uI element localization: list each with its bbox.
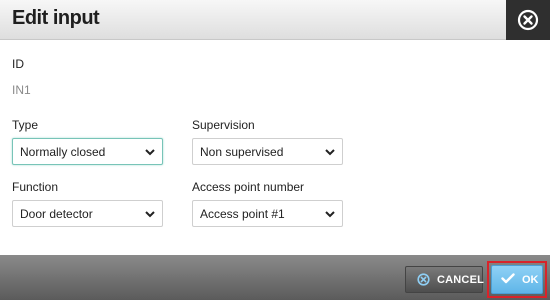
cancel-button[interactable]: CANCEL xyxy=(405,266,485,293)
close-button[interactable] xyxy=(506,0,550,40)
dialog-title: Edit input xyxy=(12,7,100,29)
close-circle-icon xyxy=(517,9,539,31)
type-select[interactable]: Normally closed xyxy=(12,138,163,165)
access-point-select[interactable]: Access point #1 xyxy=(192,200,343,227)
supervision-select[interactable]: Non supervised xyxy=(192,138,343,165)
id-value: IN1 xyxy=(12,83,31,97)
access-point-select-value: Access point #1 xyxy=(200,207,285,221)
chevron-down-icon xyxy=(145,149,155,156)
type-select-value: Normally closed xyxy=(20,145,106,159)
supervision-select-value: Non supervised xyxy=(200,145,284,159)
id-label: ID xyxy=(12,57,24,71)
checkmark-icon xyxy=(501,273,515,284)
ok-button-label: OK xyxy=(522,274,539,286)
function-select[interactable]: Door detector xyxy=(12,200,163,227)
chevron-down-icon xyxy=(325,149,335,156)
function-select-value: Door detector xyxy=(20,207,93,221)
type-label: Type xyxy=(12,118,39,132)
ok-button[interactable]: OK xyxy=(491,265,543,294)
function-label: Function xyxy=(12,180,59,194)
dialog-body: ID IN1 Type Normally closed Supervision … xyxy=(0,40,550,255)
cancel-circle-icon xyxy=(417,273,430,286)
dialog-header: Edit input xyxy=(0,0,550,40)
supervision-label: Supervision xyxy=(192,118,255,132)
cancel-button-label: CANCEL xyxy=(437,274,485,286)
access-point-label: Access point number xyxy=(192,180,305,194)
chevron-down-icon xyxy=(145,211,155,218)
dialog-footer: CANCEL OK xyxy=(0,255,550,300)
chevron-down-icon xyxy=(325,211,335,218)
